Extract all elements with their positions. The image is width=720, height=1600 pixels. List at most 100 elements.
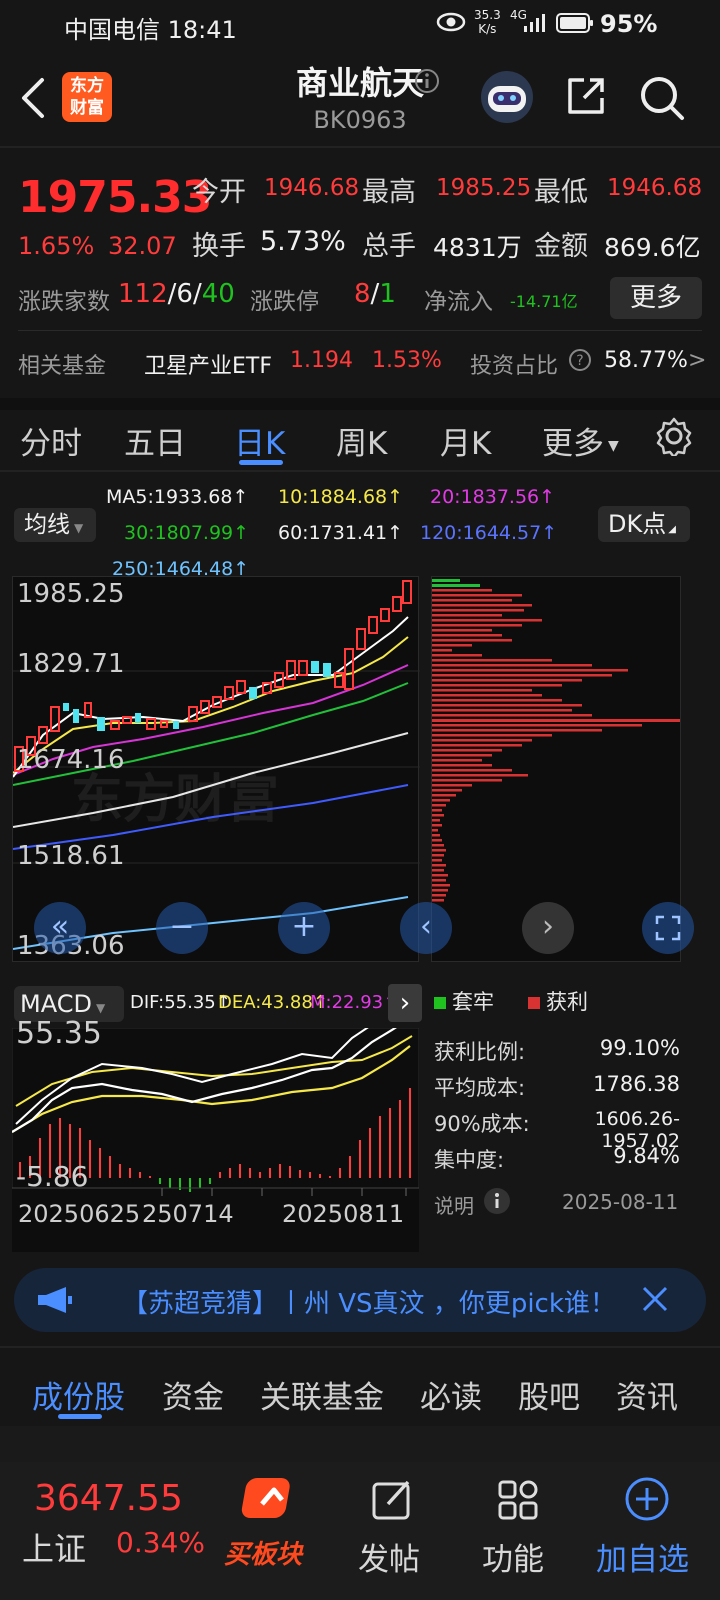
slash-2: / [192,279,202,309]
y-label-3: 1674.16 [17,745,125,775]
profit-ratio-label: 获利比例: [434,1040,526,1064]
ma-selector-button[interactable]: 均线 ▼ [14,508,96,542]
note-label[interactable]: 说明 [434,1190,474,1219]
candle [380,608,390,622]
search-icon[interactable] [638,74,686,126]
tab-daily-k[interactable]: 日K [234,418,285,463]
up-count: 112 [118,279,168,309]
tab-news[interactable]: 资讯 [616,1372,678,1417]
network-speed-value: 35.3 [474,8,501,22]
dk-point-button[interactable]: DK点 ◢ [598,506,690,542]
more-quote-button[interactable]: 更多 [610,277,702,319]
fund-percent: 1.53% [372,348,442,373]
ma5-value: MA5:1933.68↑ [106,486,249,508]
scroll-left-button[interactable]: ‹ [400,902,452,954]
zoom-in-button[interactable]: + [278,902,330,954]
chevron-right-icon: › [542,909,554,944]
open-label: 今开 [192,177,246,208]
tab-intraday[interactable]: 分时 [20,418,82,463]
updown-count-label: 涨跌家数 [18,289,110,315]
divider [0,1346,720,1348]
share-icon[interactable] [564,74,608,122]
carrier-time: 中国电信 18:41 [64,16,237,44]
candle [368,616,378,634]
ticker-text[interactable]: 【苏超竞猜】丨州 VS真汶 ，你更pick谁！ [122,1283,652,1320]
ma10-value: 10:1884.68↑ [278,486,404,508]
candle [249,687,257,699]
candle [84,702,92,718]
limit-down-count: 1 [379,279,396,309]
high-value: 1985.25 [436,175,532,201]
index-value[interactable]: 3647.55 [34,1478,183,1519]
down-count: 40 [201,279,235,309]
tab-five-day[interactable]: 五日 [124,418,186,463]
candle [160,720,168,728]
close-icon[interactable] [640,1284,670,1318]
sector-code: BK0963 [313,106,407,134]
candle [173,721,179,729]
ma-selector-label: 均线 [24,512,70,538]
info-circle-icon[interactable] [482,1186,512,1220]
news-ticker[interactable]: 【苏超竞猜】丨州 VS真汶 ，你更pick谁！ [14,1268,706,1332]
gear-icon[interactable] [654,416,694,460]
fullscreen-button[interactable] [642,902,694,954]
tab-more[interactable]: 更多 ▼ [542,418,619,463]
tab-constituents[interactable]: 成份股 [32,1372,125,1417]
distribution-date: 2025-08-11 [562,1190,679,1214]
edit-icon [372,1480,410,1520]
dropdown-triangle-icon: ▼ [74,521,84,535]
add-watchlist-button[interactable]: 加自选 [596,1470,706,1590]
function-button[interactable]: 功能 [480,1470,560,1590]
chip-bars [432,589,680,902]
candle [135,713,141,723]
tab-capital[interactable]: 资金 [162,1372,224,1417]
slash-3: / [370,279,380,309]
add-watchlist-label: 加自选 [596,1542,689,1578]
buy-sector-button[interactable]: 买板块 [222,1470,322,1590]
post-label: 发帖 [358,1542,420,1578]
macd-dif: DIF:55.35↑ [130,992,231,1013]
active-tab-indicator [58,1414,102,1419]
tab-must-read[interactable]: 必读 [420,1372,482,1417]
avg-cost-value: 1786.38 [593,1072,680,1096]
index-name[interactable]: 上证 [22,1524,86,1570]
macd-chart[interactable]: 55.35 -5.86 20250625 250714 20250811 [12,1016,419,1252]
related-fund-row[interactable]: 相关基金 卫星产业ETF 1.194 1.53% 投资占比 ? 58.77% > [0,340,720,390]
tab-forum[interactable]: 股吧 [518,1372,580,1417]
zoom-out-button[interactable]: − [156,902,208,954]
chevron-right-icon[interactable]: > [688,348,706,373]
list-placeholder [0,1426,720,1462]
indicator-expand-button[interactable]: › [388,984,422,1022]
tab-monthly-k[interactable]: 月K [440,418,491,463]
status-bar: 中国电信 18:41 35.3 K/s 4G 95% [0,0,720,50]
avg-cost-label: 平均成本: [434,1076,526,1100]
turnover-label: 换手 [192,231,246,262]
candle [298,660,308,676]
netflow-label: 净流入 [424,289,493,315]
chevron-left-icon: ‹ [420,909,432,944]
plus-circle-icon [625,1477,669,1521]
corner-triangle-icon: ◢ [668,524,676,535]
macd-y-top: 55.35 [16,1016,102,1051]
help-icon[interactable]: ? [568,348,592,376]
signal-icon [522,12,548,40]
info-icon[interactable] [414,68,440,98]
kline-chart[interactable]: 东方财富 1985.25 1829.71 1674.16 1518.61 [12,576,420,962]
turnover-value: 5.73% [260,226,346,257]
robot-avatar-icon[interactable] [478,70,536,128]
post-button[interactable]: 发帖 [352,1470,432,1590]
tab-related-funds[interactable]: 关联基金 [260,1372,384,1417]
macd-y-bottom: -5.86 [16,1160,89,1193]
concentration-label: 集中度: [434,1148,505,1172]
legend-trapped-swatch [434,997,446,1009]
scroll-right-button[interactable]: › [522,902,574,954]
legend-profit: 获利 [528,986,588,1016]
flat-count: 6 [176,279,193,309]
index-percent: 0.34% [116,1526,205,1559]
candle [356,628,366,650]
legend-profit-label: 获利 [546,990,588,1014]
scroll-start-button[interactable]: « [34,902,86,954]
fund-name[interactable]: 卫星产业ETF [144,348,272,380]
tab-weekly-k[interactable]: 周K [336,418,387,463]
y-label-top: 1985.25 [17,579,125,609]
